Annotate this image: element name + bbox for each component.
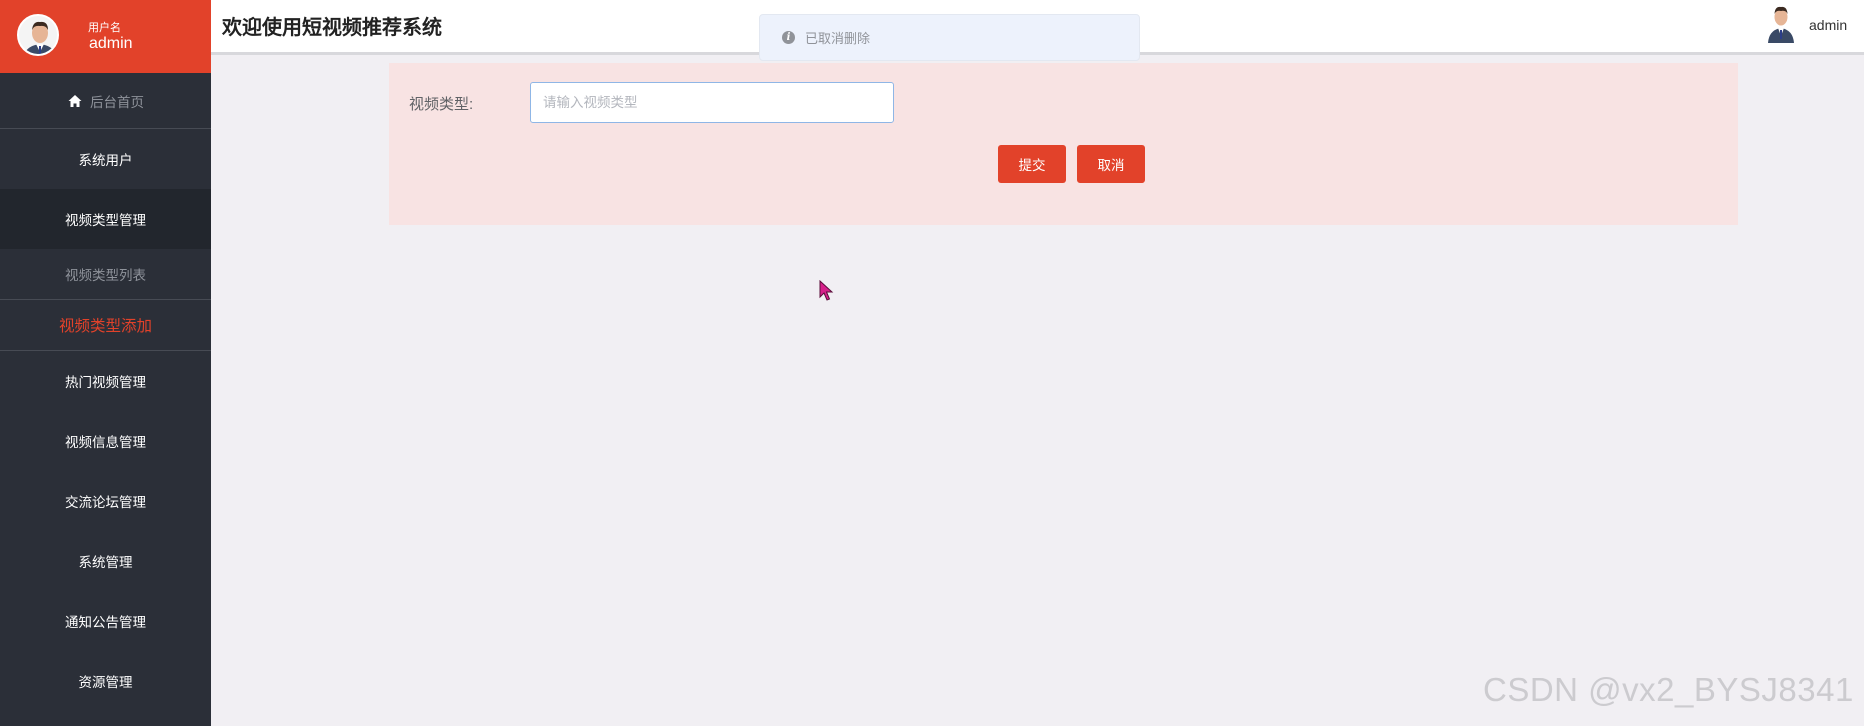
sidebar-item-forum-management[interactable]: 交流论坛管理 (0, 471, 211, 531)
toast-text: 已取消删除 (805, 31, 871, 46)
page-title: 欢迎使用短视频推荐系统 (222, 17, 442, 39)
header-avatar-image (1766, 3, 1796, 43)
sidebar-item-label: 视频信息管理 (65, 435, 146, 450)
sidebar-item-resource-management[interactable]: 资源管理 (0, 651, 211, 711)
video-type-form: 视频类型: 提交 取消 (389, 63, 1738, 225)
sidebar-item-label: 交流论坛管理 (65, 495, 146, 510)
video-type-input[interactable] (530, 82, 894, 123)
user-role-label: 用户名 (88, 22, 121, 34)
header-user-name[interactable]: admin (1809, 17, 1847, 33)
sidebar-item-label: 通知公告管理 (65, 615, 146, 630)
sidebar-item-label: 系统用户 (78, 153, 133, 168)
avatar[interactable] (17, 14, 59, 56)
watermark: CSDN @vx2_BYSJ8341 (1483, 671, 1854, 708)
sidebar-subitem-video-type-add[interactable]: 视频类型添加 (0, 300, 211, 351)
sidebar-subitem-video-type-list[interactable]: 视频类型列表 (0, 249, 211, 300)
sidebar-item-label: 视频类型列表 (65, 268, 146, 283)
sidebar-item-video-info-management[interactable]: 视频信息管理 (0, 411, 211, 471)
sidebar-item-label: 视频类型管理 (65, 213, 146, 228)
header-avatar[interactable] (1766, 3, 1796, 43)
sidebar-item-label: 资源管理 (78, 675, 133, 690)
mouse-cursor-icon (819, 280, 834, 301)
sidebar-item-label: 热门视频管理 (65, 375, 146, 390)
sidebar-item-label: 后台首页 (90, 94, 144, 110)
toast-message: i 已取消删除 (759, 14, 1140, 61)
sidebar-item-system-management[interactable]: 系统管理 (0, 531, 211, 591)
video-type-label: 视频类型: (409, 96, 474, 113)
cancel-button[interactable]: 取消 (1077, 145, 1145, 183)
avatar-image (19, 16, 57, 54)
sidebar-item-label: 视频类型添加 (58, 318, 152, 335)
sidebar-item-video-type-management[interactable]: 视频类型管理 (0, 189, 211, 249)
sidebar-item-notice-management[interactable]: 通知公告管理 (0, 591, 211, 651)
submit-button[interactable]: 提交 (998, 145, 1066, 183)
home-icon (68, 94, 82, 107)
sidebar: 用户名 admin 后台首页 系统用户 视频类型管理 视频类型列表 视频类型添加… (0, 0, 211, 726)
sidebar-item-label: 系统管理 (78, 555, 133, 570)
user-name: admin (89, 35, 133, 52)
info-icon: i (782, 31, 795, 44)
sidebar-item-system-users[interactable]: 系统用户 (0, 129, 211, 189)
sidebar-item-home[interactable]: 后台首页 (0, 73, 211, 129)
user-panel: 用户名 admin (0, 0, 211, 73)
sidebar-item-hot-video-management[interactable]: 热门视频管理 (0, 351, 211, 411)
